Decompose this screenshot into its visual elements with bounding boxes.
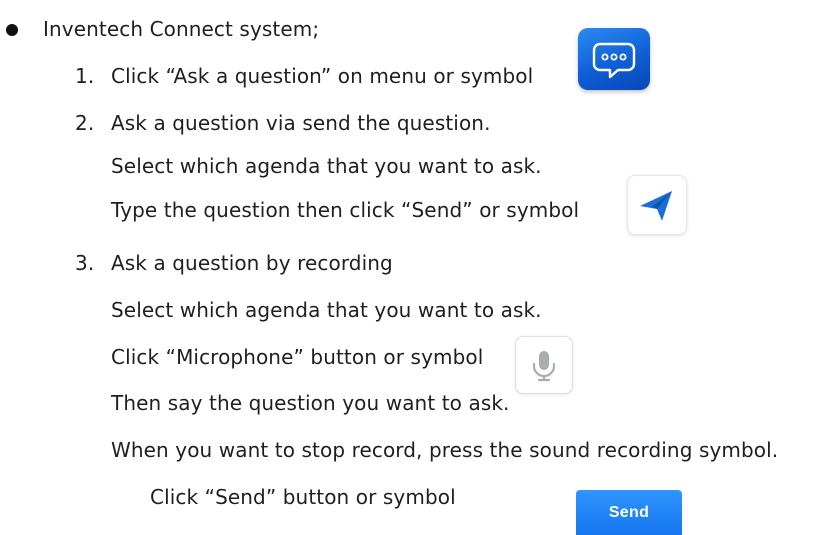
- step-number: 1.: [75, 64, 95, 88]
- bullet-dot: [6, 24, 18, 36]
- chat-bubble-icon[interactable]: [578, 28, 650, 90]
- step-text: When you want to stop record, press the …: [111, 438, 779, 462]
- paper-plane-icon[interactable]: [627, 175, 687, 235]
- step-text: Select which agenda that you want to ask…: [111, 154, 542, 178]
- send-button[interactable]: Send: [576, 490, 682, 535]
- step-text: Type the question then click “Send” or s…: [111, 198, 580, 222]
- step-text: Ask a question via send the question.: [111, 111, 491, 135]
- step-text: Then say the question you want to ask.: [111, 391, 510, 415]
- step-number: 2.: [75, 111, 95, 135]
- step-text: Ask a question by recording: [111, 251, 393, 275]
- step-number: 3.: [75, 251, 95, 275]
- step-text: Click “Ask a question” on menu or symbol: [111, 64, 534, 88]
- step-text: Select which agenda that you want to ask…: [111, 298, 542, 322]
- step-text: Click “Microphone” button or symbol: [111, 345, 484, 369]
- section-heading: Inventech Connect system;: [43, 17, 320, 41]
- microphone-icon[interactable]: [515, 336, 573, 394]
- step-text: Click “Send” button or symbol: [150, 485, 456, 509]
